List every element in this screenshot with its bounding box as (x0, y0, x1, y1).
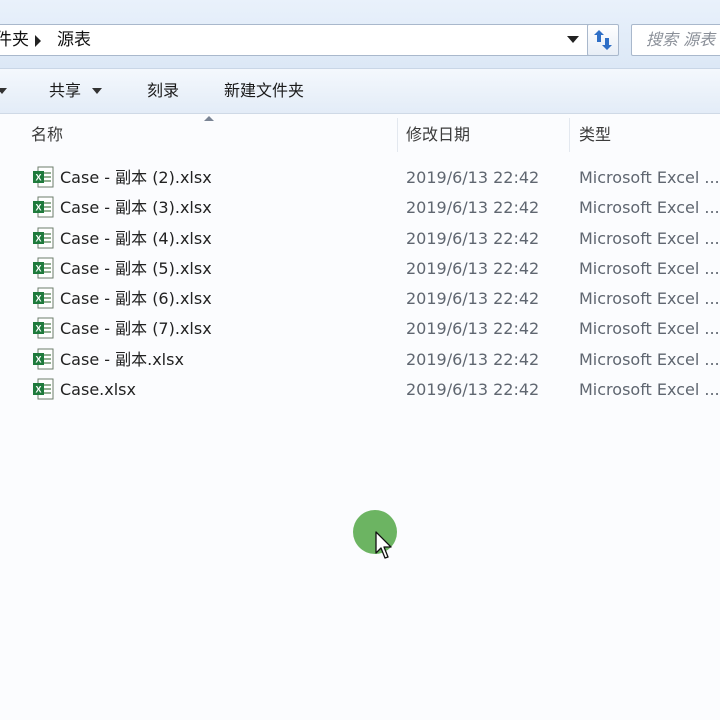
mouse-cursor-icon (375, 531, 392, 559)
refresh-button[interactable] (587, 24, 619, 56)
column-header-type[interactable]: 类型 (579, 124, 611, 146)
breadcrumb-parent-folder[interactable]: 件夹 (0, 29, 29, 51)
file-date-modified: 2019/6/13 22:42 (406, 319, 540, 339)
file-date-modified: 2019/6/13 22:42 (406, 349, 540, 369)
file-name: Case - 副本 (4).xlsx (60, 228, 212, 248)
excel-file-icon: X (33, 378, 54, 400)
svg-text:X: X (35, 263, 41, 273)
excel-file-icon: X (33, 287, 54, 309)
refresh-icon (594, 30, 612, 50)
file-date-modified: 2019/6/13 22:42 (406, 168, 540, 187)
file-row[interactable]: X Case - 副本 (5).xlsx 2019/6/13 22:42 Mic… (0, 254, 720, 284)
svg-text:X: X (35, 294, 41, 304)
file-name: Case - 副本 (5).xlsx (60, 258, 212, 278)
file-name: Case - 副本.xlsx (60, 349, 184, 369)
file-type: Microsoft Excel ... (579, 380, 720, 400)
excel-file-icon: X (33, 196, 54, 218)
svg-text:X: X (35, 233, 41, 243)
file-type: Microsoft Excel ... (579, 258, 720, 278)
file-row[interactable]: X Case - 副本 (3).xlsx 2019/6/13 22:42 Mic… (0, 193, 720, 223)
file-type: Microsoft Excel ... (579, 319, 720, 339)
sort-ascending-icon (204, 116, 214, 121)
column-divider[interactable] (397, 118, 398, 152)
new-folder-button[interactable]: 新建文件夹 (224, 80, 304, 102)
file-row[interactable]: X Case - 副本 (4).xlsx 2019/6/13 22:42 Mic… (0, 224, 720, 254)
search-input[interactable]: 搜索 源表 (631, 24, 720, 56)
svg-text:X: X (35, 173, 41, 183)
column-header-name[interactable]: 名称 (31, 124, 63, 146)
file-type: Microsoft Excel ... (579, 168, 720, 187)
svg-text:X: X (35, 385, 41, 395)
search-placeholder: 搜索 源表 (646, 30, 716, 49)
file-row[interactable]: X Case - 副本.xlsx 2019/6/13 22:42 Microso… (0, 345, 720, 375)
svg-text:X: X (35, 354, 41, 364)
burn-button[interactable]: 刻录 (147, 80, 179, 102)
excel-file-icon: X (33, 348, 54, 370)
file-name: Case.xlsx (60, 380, 136, 400)
breadcrumb-current-folder[interactable]: 源表 (57, 29, 91, 51)
file-type: Microsoft Excel ... (579, 349, 720, 369)
file-name: Case - 副本 (3).xlsx (60, 198, 212, 218)
svg-text:X: X (35, 324, 41, 334)
svg-text:X: X (35, 203, 41, 213)
address-bar[interactable]: 件夹 源表 (0, 24, 590, 56)
file-date-modified: 2019/6/13 22:42 (406, 289, 540, 309)
excel-file-icon: X (33, 166, 54, 188)
file-type: Microsoft Excel ... (579, 198, 720, 218)
file-row[interactable]: X Case.xlsx 2019/6/13 22:42 Microsoft Ex… (0, 375, 720, 405)
address-bar-strip: 件夹 源表 搜索 源表 (0, 0, 720, 69)
file-date-modified: 2019/6/13 22:42 (406, 198, 540, 218)
share-dropdown-icon[interactable] (92, 88, 102, 94)
file-row[interactable]: X Case - 副本 (6).xlsx 2019/6/13 22:42 Mic… (0, 284, 720, 314)
file-date-modified: 2019/6/13 22:42 (406, 228, 540, 248)
file-list: X Case - 副本 (2).xlsx 2019/6/13 22:42 Mic… (0, 163, 720, 405)
organize-dropdown-icon[interactable] (0, 88, 7, 94)
file-row[interactable]: X Case - 副本 (7).xlsx 2019/6/13 22:42 Mic… (0, 314, 720, 344)
file-row[interactable]: X Case - 副本 (2).xlsx 2019/6/13 22:42 Mic… (0, 163, 720, 193)
excel-file-icon: X (33, 317, 54, 339)
file-date-modified: 2019/6/13 22:42 (406, 258, 540, 278)
column-header-date-modified[interactable]: 修改日期 (406, 124, 470, 146)
file-name: Case - 副本 (7).xlsx (60, 319, 212, 339)
file-name: Case - 副本 (6).xlsx (60, 289, 212, 309)
share-button[interactable]: 共享 (49, 80, 81, 102)
file-name: Case - 副本 (2).xlsx (60, 168, 212, 187)
file-type: Microsoft Excel ... (579, 289, 720, 309)
breadcrumb-separator-icon[interactable] (35, 35, 41, 47)
command-toolbar: 共享 刻录 新建文件夹 (0, 69, 720, 114)
file-date-modified: 2019/6/13 22:42 (406, 380, 540, 400)
excel-file-icon: X (33, 227, 54, 249)
file-type: Microsoft Excel ... (579, 228, 720, 248)
column-divider[interactable] (569, 118, 570, 152)
excel-file-icon: X (33, 257, 54, 279)
column-headers: 名称 修改日期 类型 (0, 114, 720, 154)
address-history-dropdown-icon[interactable] (567, 36, 579, 43)
